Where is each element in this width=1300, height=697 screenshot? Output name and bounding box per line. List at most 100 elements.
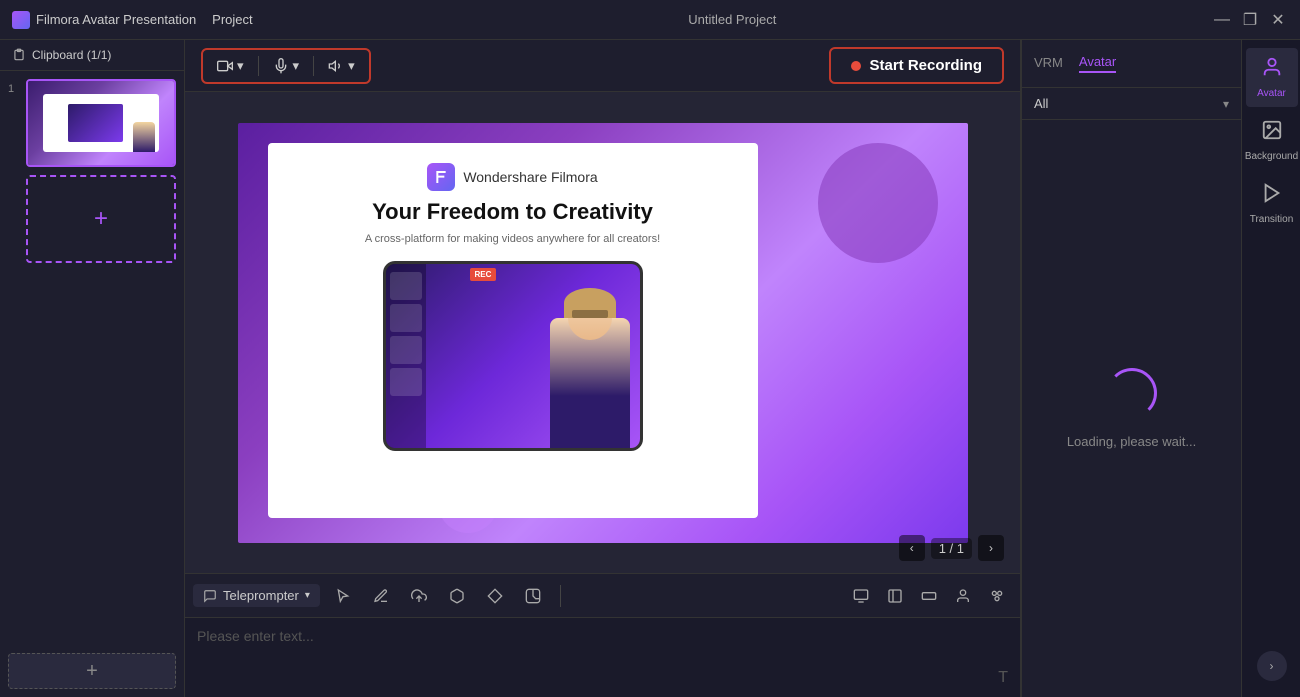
loading-indicator: Loading, please wait... [1022, 120, 1241, 697]
add-new-slide-button[interactable]: + [8, 653, 176, 689]
monitor-icon [853, 588, 869, 604]
record-dot-icon [851, 61, 861, 71]
pen-tool-button[interactable] [366, 581, 396, 611]
slide-main-title: Your Freedom to Creativity [372, 199, 653, 225]
diamond-tool-button[interactable] [480, 581, 510, 611]
right-panel: VRM Avatar All ▾ Loading, please wait... [1021, 40, 1241, 697]
filmora-brand-text: Wondershare Filmora [463, 169, 597, 185]
mic-icon [273, 58, 289, 74]
person-tool-button[interactable] [948, 581, 978, 611]
avatar-glasses [572, 310, 608, 318]
diamond-icon [487, 588, 503, 604]
titlebar: Filmora Avatar Presentation Project Unti… [0, 0, 1300, 40]
slide-thumb-content [43, 94, 160, 153]
spinner-ring [1107, 368, 1157, 418]
device-sidebar-item-1 [390, 272, 422, 300]
slide-number-1: 1 [8, 79, 20, 95]
slide-canvas: Wondershare Filmora Your Freedom to Crea… [238, 123, 968, 543]
device-sidebar [386, 264, 426, 448]
add-new-slide-icon: + [86, 660, 98, 683]
teleprompter-text-area[interactable]: Please enter text... T [185, 617, 1020, 697]
add-slide-button[interactable]: + [26, 175, 176, 263]
window-controls: — ❐ ✕ [1212, 10, 1288, 30]
device-sidebar-item-3 [390, 336, 422, 364]
tab-vrm[interactable]: VRM [1034, 55, 1063, 72]
sidebar-icon-avatar[interactable]: Avatar [1246, 48, 1298, 107]
canvas-area: Wondershare Filmora Your Freedom to Crea… [185, 92, 1020, 573]
slide-thumbnail-1[interactable] [26, 79, 176, 167]
clipboard-label: Clipboard (1/1) [32, 48, 111, 62]
crop-icon [921, 588, 937, 604]
text-format-icon: T [998, 669, 1008, 687]
pagination-controls: ‹ 1 / 1 › [899, 535, 1004, 561]
maximize-button[interactable]: ❐ [1240, 10, 1260, 30]
select-tool-button[interactable] [328, 581, 358, 611]
shape-icon [449, 588, 465, 604]
background-icon-label: Background [1245, 151, 1298, 162]
device-main-content: REC [426, 264, 640, 448]
device-sidebar-item-2 [390, 304, 422, 332]
rec-badge: REC [470, 268, 497, 281]
center-area: ▾ ▾ ▾ [185, 40, 1020, 697]
camera-button[interactable]: ▾ [211, 54, 250, 78]
slide-thumb-bg [28, 81, 174, 165]
sidebar-icon-background[interactable]: Background [1246, 111, 1298, 170]
layout-tool-button[interactable] [880, 581, 910, 611]
bottom-toolbar: Teleprompter ▾ [185, 573, 1020, 617]
teleprompter-dropdown-icon: ▾ [305, 590, 310, 601]
right-sidebar-icons: Avatar Background Transition [1241, 40, 1300, 697]
group-tool-button[interactable] [982, 581, 1012, 611]
teleprompter-button[interactable]: Teleprompter ▾ [193, 584, 320, 607]
chevron-right-icon: › [1270, 659, 1274, 673]
speaker-dropdown-icon: ▾ [348, 58, 355, 74]
prev-page-button[interactable]: ‹ [899, 535, 925, 561]
teleprompter-label: Teleprompter [223, 588, 299, 603]
screen-tool-button[interactable] [846, 581, 876, 611]
sidebar-icon-transition[interactable]: Transition [1246, 174, 1298, 233]
transition-icon-label: Transition [1250, 214, 1294, 225]
close-button[interactable]: ✕ [1268, 10, 1288, 30]
shape-tool-button[interactable] [442, 581, 472, 611]
tab-avatar[interactable]: Avatar [1079, 54, 1116, 73]
pen-icon [373, 588, 389, 604]
all-dropdown[interactable]: All ▾ [1022, 88, 1241, 120]
menu-project[interactable]: Project [212, 12, 252, 27]
filmora-f-icon [433, 169, 449, 185]
minimize-button[interactable]: — [1212, 11, 1232, 29]
device-mockup: REC [383, 261, 643, 451]
slide-content-box: Wondershare Filmora Your Freedom to Crea… [268, 143, 758, 518]
loading-text: Loading, please wait... [1067, 434, 1196, 449]
clipboard-header: Clipboard (1/1) [0, 40, 184, 71]
sticker-tool-button[interactable] [518, 581, 548, 611]
thumb-mini-screen [68, 104, 123, 142]
speaker-button[interactable]: ▾ [322, 54, 361, 78]
filmora-logo-row: Wondershare Filmora [427, 163, 597, 191]
filmora-logo-icon [427, 163, 455, 191]
tool-separator [560, 585, 561, 607]
upload-icon [411, 588, 427, 604]
device-avatar-head [568, 296, 612, 340]
collapse-right-panel-button[interactable]: › [1257, 651, 1287, 681]
left-panel: Clipboard (1/1) 1 + [0, 40, 185, 697]
chat-icon [203, 589, 217, 603]
next-page-button[interactable]: › [978, 535, 1004, 561]
teleprompter-placeholder: Please enter text... [197, 628, 314, 644]
start-recording-button[interactable]: Start Recording [829, 47, 1004, 84]
decoration-blob-2 [818, 143, 938, 263]
right-combined-panel: VRM Avatar All ▾ Loading, please wait... [1020, 40, 1300, 697]
thumb-avatar [133, 122, 155, 152]
transition-icon [1261, 182, 1283, 210]
sticker-icon [525, 588, 541, 604]
device-screen: REC [386, 264, 640, 448]
right-panel-tabs: VRM Avatar [1022, 40, 1241, 88]
layout-icon [887, 588, 903, 604]
toolbar-sep-1 [258, 56, 259, 76]
clipboard-icon [12, 48, 26, 62]
crop-tool-button[interactable] [914, 581, 944, 611]
add-slide-plus-icon: + [94, 205, 108, 233]
mic-dropdown-icon: ▾ [293, 58, 300, 74]
speaker-icon [328, 58, 344, 74]
mic-button[interactable]: ▾ [267, 54, 306, 78]
person-icon [955, 588, 971, 604]
upload-tool-button[interactable] [404, 581, 434, 611]
